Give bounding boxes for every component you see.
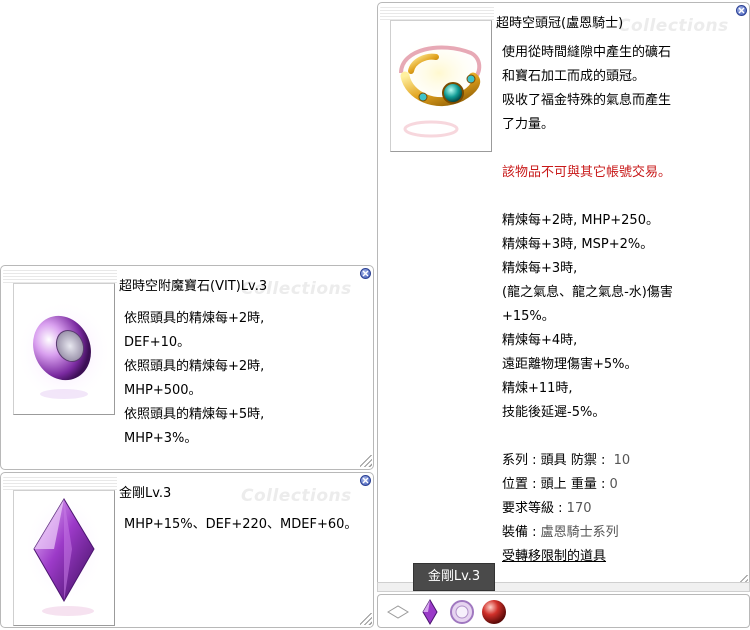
refine-effect-line: 精煉+11時, [502, 381, 573, 396]
resize-handle[interactable] [360, 455, 372, 467]
item-title: 超時空附魔寶石(VIT)Lv.3 [119, 279, 268, 294]
description-line: 了力量。 [502, 117, 555, 132]
collections-watermark: Collections [241, 486, 352, 506]
purple-crystal-slot-icon[interactable] [416, 598, 444, 626]
item-window-circlet[interactable]: Collections 超時空頭冠(盧恩騎士) 使用從時間縫隙中產生的礦石 和寶… [377, 2, 750, 590]
item-window-enchant[interactable]: Collections 超時空附魔寶石(VIT)Lv.3 依照頭具的精煉每+2時… [0, 265, 374, 470]
golden-circlet-icon [393, 35, 485, 138]
title-bar-stripes [380, 5, 494, 21]
refine-effect-line: 精煉每+3時, MSP+2%。 [502, 237, 654, 252]
defense-value: 10 [613, 453, 631, 468]
diamond-line: MHP+15%、DEF+220、MDEF+60。 [124, 517, 358, 532]
title-bar-stripes [3, 268, 117, 284]
enchant-line: 依照頭具的精煉每+5時, [124, 407, 265, 422]
enchant-description: 依照頭具的精煉每+2時, DEF+10。 依照頭具的精煉每+2時, MHP+50… [124, 307, 264, 451]
position-value: 頭上 [540, 477, 567, 492]
refine-effect-line: 精煉每+4時, [502, 333, 578, 348]
enchant-line: MHP+3%。 [124, 431, 198, 446]
slot-tooltip: 金剛Lv.3 [413, 563, 495, 591]
refine-effect-line: +15%。 [502, 309, 555, 324]
level-value: 170 [566, 501, 592, 516]
close-icon[interactable] [736, 5, 747, 16]
stat-row-position: 位置 : 頭上 重量 : 0 [502, 477, 618, 492]
stat-row-level: 要求等級 : 170 [502, 501, 592, 516]
position-label: 位置 [502, 477, 529, 492]
description-line: 使用從時間縫隙中產生的礦石 [502, 45, 672, 60]
refine-effect-line: 精煉每+2時, MHP+250。 [502, 213, 659, 228]
empty-slot-icon[interactable] [384, 598, 412, 626]
refine-effect-line: (龍之氣息、龍之氣息-水)傷害 [502, 285, 673, 300]
white-orb-slot-icon[interactable] [448, 598, 476, 626]
enchant-line: MHP+500。 [124, 383, 202, 398]
diamond-description: MHP+15%、DEF+220、MDEF+60。 [124, 513, 357, 537]
enchant-line: 依照頭具的精煉每+2時, [124, 311, 265, 326]
item-image-frame [13, 283, 115, 415]
purple-orb-gem-icon [16, 300, 112, 404]
close-icon[interactable] [360, 268, 371, 279]
item-description: 使用從時間縫隙中產生的礦石 和寶石加工而成的頭冠。 吸收了福金特殊的氣息而產生 … [502, 41, 673, 569]
stat-row-equip: 裝備 : 盧恩騎士系列 [502, 525, 619, 540]
equip-value: 盧恩騎士系列 [540, 525, 619, 540]
close-icon[interactable] [360, 475, 371, 486]
equip-label: 裝備 [502, 525, 529, 540]
series-value: 頭具 [540, 453, 567, 468]
level-label: 要求等級 [502, 501, 555, 516]
defense-label: 防禦 [570, 453, 597, 468]
series-label: 系列 [502, 453, 529, 468]
card-slots-bar [377, 594, 750, 628]
weight-value: 0 [609, 477, 618, 492]
description-line: 吸收了福金特殊的氣息而產生 [502, 93, 672, 108]
red-orb-slot-icon[interactable] [480, 598, 508, 626]
item-window-diamond[interactable]: Collections 金剛Lv.3 MHP+15%、DEF+220、MDEF+… [0, 472, 374, 628]
item-title: 超時空頭冠(盧恩騎士) [496, 16, 624, 31]
refine-effect-line: 遠距離物理傷害+5%。 [502, 357, 638, 372]
description-line: 和寶石加工而成的頭冠。 [502, 69, 646, 84]
title-bar-stripes [3, 475, 117, 491]
item-image-frame [13, 490, 115, 626]
refine-effect-line: 精煉每+3時, [502, 261, 578, 276]
collections-watermark: Collections [618, 16, 729, 36]
trade-warning: 該物品不可與其它帳號交易。 [502, 165, 672, 180]
purple-diamond-crystal-icon [24, 495, 104, 616]
transfer-note: 受轉移限制的道具 [502, 549, 607, 564]
enchant-line: 依照頭具的精煉每+2時, [124, 359, 265, 374]
refine-effect-line: 技能後延遲-5%。 [502, 405, 606, 420]
item-title: 金剛Lv.3 [119, 486, 172, 501]
weight-label: 重量 [570, 477, 597, 492]
stat-row-series: 系列 : 頭具 防禦 : 10 [502, 453, 631, 468]
enchant-line: DEF+10。 [124, 335, 191, 350]
item-image-frame [390, 20, 492, 152]
resize-handle[interactable] [360, 613, 372, 625]
